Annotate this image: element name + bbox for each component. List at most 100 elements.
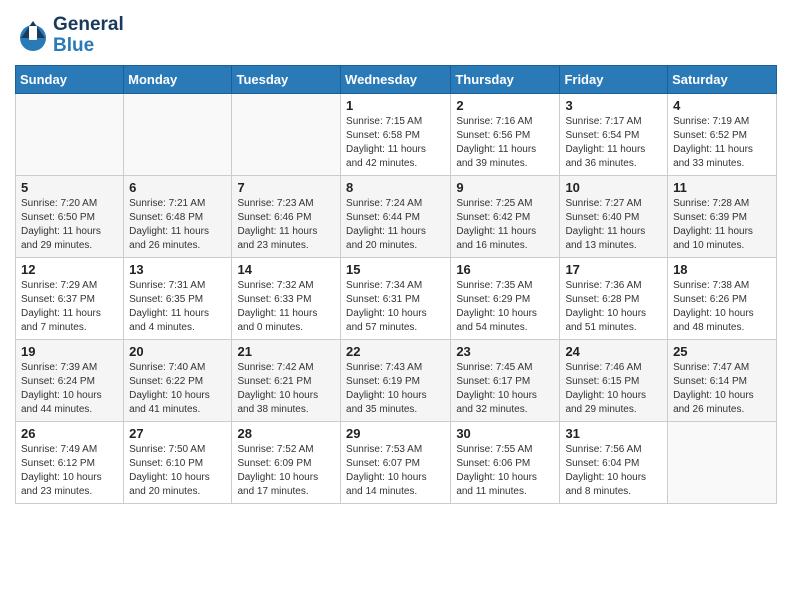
calendar-cell: 16 Sunrise: 7:35 AM Sunset: 6:29 PM Dayli… (451, 257, 560, 339)
day-number: 21 (237, 344, 335, 359)
day-number: 13 (129, 262, 226, 277)
day-number: 10 (565, 180, 662, 195)
day-info: Sunrise: 7:16 AM Sunset: 6:56 PM Dayligh… (456, 115, 554, 171)
day-number: 5 (21, 180, 118, 195)
day-info: Sunrise: 7:25 AM Sunset: 6:42 PM Dayligh… (456, 197, 554, 253)
day-info: Sunrise: 7:55 AM Sunset: 6:06 PM Dayligh… (456, 443, 554, 499)
calendar-cell: 24 Sunrise: 7:46 AM Sunset: 6:15 PM Dayli… (560, 339, 668, 421)
day-number: 28 (237, 426, 335, 441)
week-row-1: 1Sunrise: 7:15 AM Sunset: 6:58 PM Daylig… (16, 93, 777, 175)
weekday-header-tuesday: Tuesday (232, 65, 341, 93)
day-info: Sunrise: 7:31 AM Sunset: 6:35 PM Dayligh… (129, 279, 226, 335)
calendar-cell: 13 Sunrise: 7:31 AM Sunset: 6:35 PM Dayli… (124, 257, 232, 339)
day-number: 9 (456, 180, 554, 195)
day-number: 19 (21, 344, 118, 359)
calendar-body: 1Sunrise: 7:15 AM Sunset: 6:58 PM Daylig… (16, 93, 777, 503)
day-info: Sunrise: 7:32 AM Sunset: 6:33 PM Dayligh… (237, 279, 335, 335)
day-number: 30 (456, 426, 554, 441)
week-row-2: 5 Sunrise: 7:20 AM Sunset: 6:50 PM Daylig… (16, 175, 777, 257)
weekday-header-saturday: Saturday (668, 65, 777, 93)
calendar-cell: 12 Sunrise: 7:29 AM Sunset: 6:37 PM Dayli… (16, 257, 124, 339)
calendar-cell: 23 Sunrise: 7:45 AM Sunset: 6:17 PM Dayli… (451, 339, 560, 421)
calendar-cell: 29 Sunrise: 7:53 AM Sunset: 6:07 PM Dayli… (341, 421, 451, 503)
day-number: 17 (565, 262, 662, 277)
weekday-header-friday: Friday (560, 65, 668, 93)
day-number: 15 (346, 262, 445, 277)
day-number: 14 (237, 262, 335, 277)
day-number: 23 (456, 344, 554, 359)
day-info: Sunrise: 7:43 AM Sunset: 6:19 PM Dayligh… (346, 361, 445, 417)
calendar-cell (16, 93, 124, 175)
day-number: 8 (346, 180, 445, 195)
day-number: 6 (129, 180, 226, 195)
day-info: Sunrise: 7:52 AM Sunset: 6:09 PM Dayligh… (237, 443, 335, 499)
day-number: 25 (673, 344, 771, 359)
page-header: General Blue (15, 10, 777, 57)
day-info: Sunrise: 7:50 AM Sunset: 6:10 PM Dayligh… (129, 443, 226, 499)
day-number: 1 (346, 98, 445, 113)
day-number: 16 (456, 262, 554, 277)
day-number: 4 (673, 98, 771, 113)
day-info: Sunrise: 7:49 AM Sunset: 6:12 PM Dayligh… (21, 443, 118, 499)
calendar-cell: 5 Sunrise: 7:20 AM Sunset: 6:50 PM Daylig… (16, 175, 124, 257)
calendar-cell: 17 Sunrise: 7:36 AM Sunset: 6:28 PM Dayli… (560, 257, 668, 339)
day-info: Sunrise: 7:21 AM Sunset: 6:48 PM Dayligh… (129, 197, 226, 253)
week-row-4: 19 Sunrise: 7:39 AM Sunset: 6:24 PM Dayli… (16, 339, 777, 421)
day-info: Sunrise: 7:36 AM Sunset: 6:28 PM Dayligh… (565, 279, 662, 335)
calendar-cell: 19 Sunrise: 7:39 AM Sunset: 6:24 PM Dayli… (16, 339, 124, 421)
day-info: Sunrise: 7:39 AM Sunset: 6:24 PM Dayligh… (21, 361, 118, 417)
calendar-cell (124, 93, 232, 175)
day-number: 20 (129, 344, 226, 359)
day-info: Sunrise: 7:17 AM Sunset: 6:54 PM Dayligh… (565, 115, 662, 171)
calendar-cell: 8 Sunrise: 7:24 AM Sunset: 6:44 PM Daylig… (341, 175, 451, 257)
calendar-cell (232, 93, 341, 175)
day-info: Sunrise: 7:56 AM Sunset: 6:04 PM Dayligh… (565, 443, 662, 499)
weekday-header-thursday: Thursday (451, 65, 560, 93)
calendar-cell (668, 421, 777, 503)
calendar-cell: 15 Sunrise: 7:34 AM Sunset: 6:31 PM Dayli… (341, 257, 451, 339)
weekday-header-sunday: Sunday (16, 65, 124, 93)
weekday-header-monday: Monday (124, 65, 232, 93)
calendar-cell: 3Sunrise: 7:17 AM Sunset: 6:54 PM Daylig… (560, 93, 668, 175)
day-number: 31 (565, 426, 662, 441)
calendar-cell: 25Sunrise: 7:47 AM Sunset: 6:14 PM Dayli… (668, 339, 777, 421)
week-row-3: 12 Sunrise: 7:29 AM Sunset: 6:37 PM Dayli… (16, 257, 777, 339)
logo: General Blue (15, 15, 124, 57)
calendar-cell: 20Sunrise: 7:40 AM Sunset: 6:22 PM Dayli… (124, 339, 232, 421)
day-info: Sunrise: 7:23 AM Sunset: 6:46 PM Dayligh… (237, 197, 335, 253)
calendar-cell: 4 Sunrise: 7:19 AM Sunset: 6:52 PM Daylig… (668, 93, 777, 175)
day-info: Sunrise: 7:45 AM Sunset: 6:17 PM Dayligh… (456, 361, 554, 417)
day-number: 27 (129, 426, 226, 441)
day-info: Sunrise: 7:24 AM Sunset: 6:44 PM Dayligh… (346, 197, 445, 253)
calendar-cell: 2 Sunrise: 7:16 AM Sunset: 6:56 PM Daylig… (451, 93, 560, 175)
calendar-cell: 28 Sunrise: 7:52 AM Sunset: 6:09 PM Dayli… (232, 421, 341, 503)
day-number: 24 (565, 344, 662, 359)
day-info: Sunrise: 7:34 AM Sunset: 6:31 PM Dayligh… (346, 279, 445, 335)
weekday-header-row: SundayMondayTuesdayWednesdayThursdayFrid… (16, 65, 777, 93)
weekday-header-wednesday: Wednesday (341, 65, 451, 93)
day-info: Sunrise: 7:29 AM Sunset: 6:37 PM Dayligh… (21, 279, 118, 335)
logo-blue: Blue (53, 36, 124, 57)
day-number: 22 (346, 344, 445, 359)
calendar-cell: 21 Sunrise: 7:42 AM Sunset: 6:21 PM Dayli… (232, 339, 341, 421)
day-info: Sunrise: 7:38 AM Sunset: 6:26 PM Dayligh… (673, 279, 771, 335)
day-info: Sunrise: 7:19 AM Sunset: 6:52 PM Dayligh… (673, 115, 771, 171)
day-number: 29 (346, 426, 445, 441)
day-number: 7 (237, 180, 335, 195)
day-number: 2 (456, 98, 554, 113)
day-info: Sunrise: 7:42 AM Sunset: 6:21 PM Dayligh… (237, 361, 335, 417)
calendar-cell: 9 Sunrise: 7:25 AM Sunset: 6:42 PM Daylig… (451, 175, 560, 257)
calendar-cell: 27 Sunrise: 7:50 AM Sunset: 6:10 PM Dayli… (124, 421, 232, 503)
day-info: Sunrise: 7:35 AM Sunset: 6:29 PM Dayligh… (456, 279, 554, 335)
week-row-5: 26 Sunrise: 7:49 AM Sunset: 6:12 PM Dayli… (16, 421, 777, 503)
day-info: Sunrise: 7:53 AM Sunset: 6:07 PM Dayligh… (346, 443, 445, 499)
day-info: Sunrise: 7:28 AM Sunset: 6:39 PM Dayligh… (673, 197, 771, 253)
day-number: 12 (21, 262, 118, 277)
day-info: Sunrise: 7:20 AM Sunset: 6:50 PM Dayligh… (21, 197, 118, 253)
day-number: 26 (21, 426, 118, 441)
day-info: Sunrise: 7:46 AM Sunset: 6:15 PM Dayligh… (565, 361, 662, 417)
day-number: 11 (673, 180, 771, 195)
logo-general: General (53, 15, 124, 36)
calendar-cell: 30 Sunrise: 7:55 AM Sunset: 6:06 PM Dayli… (451, 421, 560, 503)
calendar-cell: 18Sunrise: 7:38 AM Sunset: 6:26 PM Dayli… (668, 257, 777, 339)
